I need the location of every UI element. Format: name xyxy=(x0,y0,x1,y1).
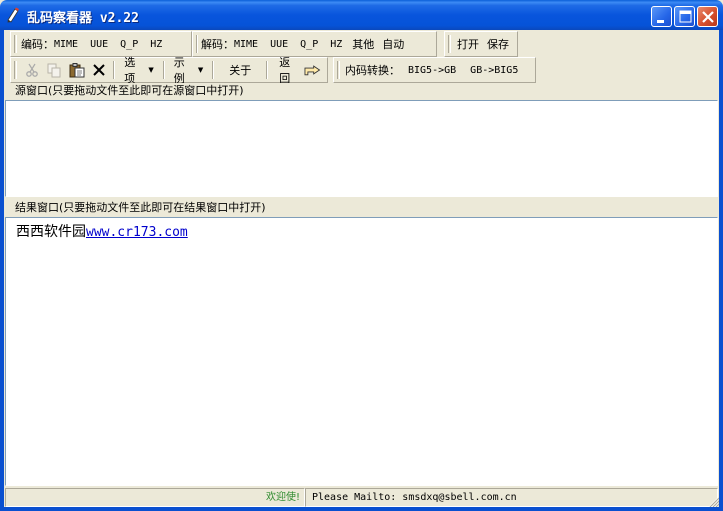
decode-label: 解码： xyxy=(201,38,234,51)
status-mailto: Please Mailto: smsdxq@sbell.com.cn xyxy=(305,488,718,507)
toolbar-grip[interactable] xyxy=(14,61,17,79)
source-pane-caption: 源窗口(只要拖动文件至此即可在源窗口中打开) xyxy=(5,83,718,99)
copy-icon xyxy=(47,63,61,78)
options-dropdown[interactable]: 选项 ▼ xyxy=(118,54,160,86)
convert-toolbar: 内码转换： BIG5->GB GB->BIG5 xyxy=(333,57,536,83)
encode-hz-button[interactable]: HZ xyxy=(144,39,168,50)
close-icon xyxy=(702,11,714,23)
chevron-down-icon: ▼ xyxy=(197,66,204,74)
paste-icon xyxy=(69,63,85,78)
delete-icon xyxy=(93,64,105,76)
status-welcome: 欢迎使! xyxy=(5,488,305,507)
convert-label: 内码转换： xyxy=(345,64,400,77)
encode-toolbar: 编码： MIME UUE Q_P HZ xyxy=(10,31,192,57)
decode-hz-button[interactable]: HZ xyxy=(324,39,348,50)
about-button[interactable]: 关于 xyxy=(217,62,263,78)
examples-label: 示例 xyxy=(173,56,185,85)
toolbar-grip[interactable] xyxy=(337,61,340,79)
window-frame-right xyxy=(719,30,723,511)
encode-label: 编码： xyxy=(21,38,54,51)
resize-grip-icon[interactable] xyxy=(707,495,719,507)
window-title: 乱码察看器 v2.22 xyxy=(27,11,139,26)
maximize-icon xyxy=(679,10,692,23)
examples-dropdown[interactable]: 示例 ▼ xyxy=(168,54,210,86)
back-button[interactable]: 返回 xyxy=(271,54,327,86)
copy-button[interactable] xyxy=(43,59,65,81)
cut-icon xyxy=(26,63,38,77)
encode-mime-button[interactable]: MIME xyxy=(54,39,84,50)
gb-to-big5-button[interactable]: GB->BIG5 xyxy=(462,65,524,76)
encode-qp-button[interactable]: Q_P xyxy=(114,39,144,50)
title-bar[interactable]: 乱码察看器 v2.22 xyxy=(0,0,723,30)
encode-uue-button[interactable]: UUE xyxy=(84,39,114,50)
options-label: 选项 xyxy=(124,56,136,85)
paste-button[interactable] xyxy=(66,59,88,81)
minimize-button[interactable] xyxy=(651,6,672,27)
minimize-icon xyxy=(657,20,664,23)
decode-uue-button[interactable]: UUE xyxy=(264,39,294,50)
hand-pointer-icon xyxy=(304,65,320,76)
window-frame-bottom xyxy=(0,507,723,511)
toolbar-grip[interactable] xyxy=(14,35,17,53)
result-content: 西西软件园www.cr173.com xyxy=(16,221,188,241)
source-textarea[interactable] xyxy=(5,100,718,197)
toolbar-grip[interactable] xyxy=(448,35,451,53)
chevron-down-icon: ▼ xyxy=(148,66,154,74)
delete-button[interactable] xyxy=(88,59,110,81)
big5-to-gb-button[interactable]: BIG5->GB xyxy=(400,65,462,76)
open-button[interactable]: 打开 xyxy=(453,36,483,52)
result-text: 西西软件园 xyxy=(16,224,86,240)
result-textarea[interactable]: 西西软件园www.cr173.com xyxy=(5,217,718,486)
window-frame-left xyxy=(0,30,4,511)
close-button[interactable] xyxy=(697,6,718,27)
save-button[interactable]: 保存 xyxy=(483,36,513,52)
status-bar: 欢迎使! Please Mailto: smsdxq@sbell.com.cn xyxy=(5,488,718,507)
cut-button[interactable] xyxy=(21,59,43,81)
file-toolbar: 打开 保存 xyxy=(444,31,518,57)
app-icon xyxy=(7,7,19,23)
edit-toolbar: 选项 ▼ 示例 ▼ 关于 返回 xyxy=(10,54,328,86)
decode-mime-button[interactable]: MIME xyxy=(234,39,264,50)
result-pane-caption: 结果窗口(只要拖动文件至此即可在结果窗口中打开) xyxy=(5,200,718,216)
auto-button[interactable]: 自动 xyxy=(378,36,408,52)
back-label: 返回 xyxy=(279,56,291,85)
other-button[interactable]: 其他 xyxy=(348,36,378,52)
maximize-button[interactable] xyxy=(674,6,695,27)
decode-qp-button[interactable]: Q_P xyxy=(294,39,324,50)
result-link[interactable]: www.cr173.com xyxy=(86,225,188,240)
